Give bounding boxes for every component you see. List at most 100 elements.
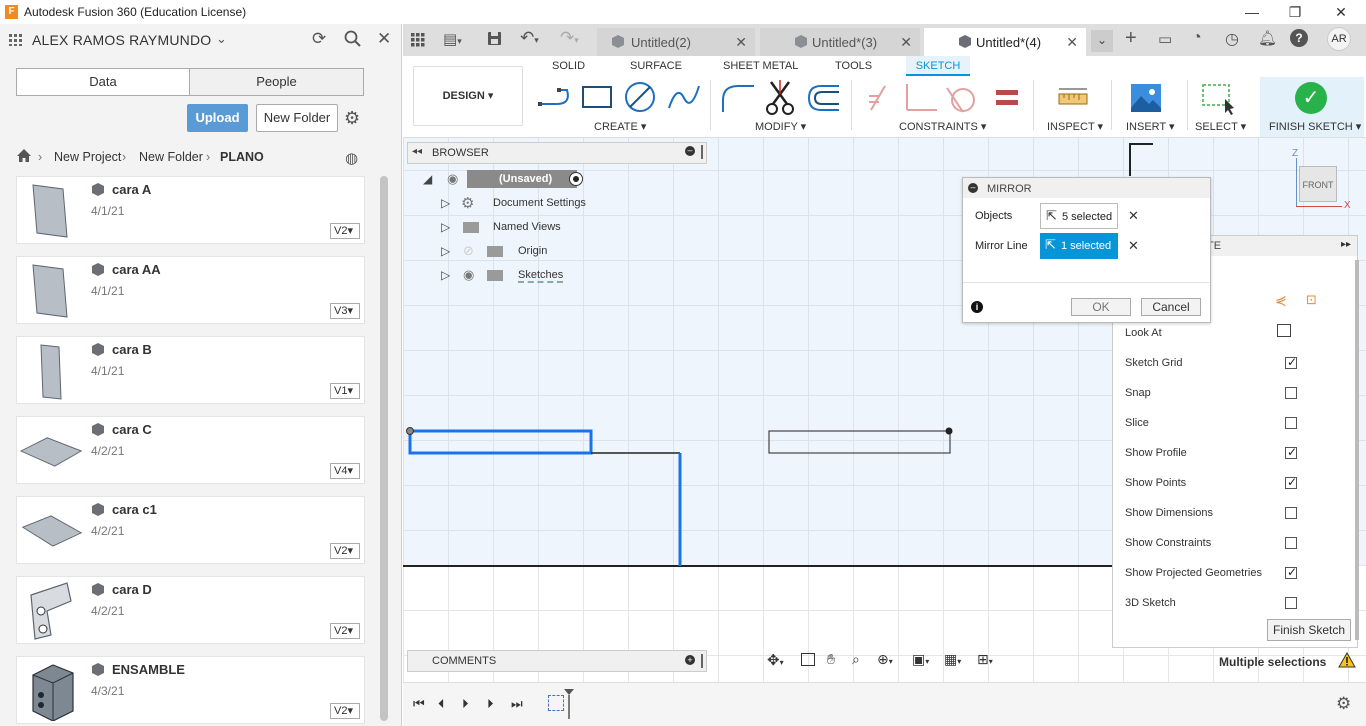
tree-item-named-views[interactable]: ▷ Named Views [417, 218, 587, 238]
expand-right-icon[interactable]: ▸▸ [1341, 239, 1351, 250]
tree-root[interactable]: ◢ ◉ (Unsaved) [417, 170, 587, 190]
zoom-window-icon[interactable]: ⊕▾ [877, 651, 893, 668]
list-item[interactable]: cara B 4/1/21 V1▾ [16, 336, 365, 404]
sketch-canvas[interactable]: ◂◂ BROWSER – ◢ ◉ (Unsaved) ▷ ⚙ Document … [403, 138, 1366, 682]
tree-item-document-settings[interactable]: ▷ ⚙ Document Settings [417, 194, 587, 214]
collapse-triangle-icon[interactable]: ◢ [423, 172, 432, 186]
new-tab-plus-icon[interactable]: + [1125, 27, 1137, 50]
equal-constraint-icon[interactable] [996, 89, 1018, 110]
list-item[interactable]: cara c1 4/2/21 V2▾ [16, 496, 365, 564]
grid-settings-icon[interactable]: ▦▾ [944, 651, 961, 668]
circle-tool-icon[interactable] [624, 81, 658, 116]
chevron-down-icon[interactable]: ⌄ [216, 31, 227, 47]
select-menu[interactable]: SELECT ▾ [1195, 120, 1246, 133]
eye-icon[interactable]: ◉ [447, 171, 458, 187]
offset-tool-icon[interactable] [807, 84, 841, 115]
tab-untitled-4[interactable]: Untitled*(4) ✕ [924, 28, 1086, 56]
version-badge[interactable]: V2▾ [330, 543, 360, 559]
file-list-scrollbar[interactable] [380, 176, 388, 721]
select-box-icon[interactable] [1201, 83, 1235, 118]
eye-icon[interactable]: ◉ [463, 267, 474, 283]
tab-tools[interactable]: TOOLS [835, 60, 872, 72]
rectangle-tool-icon[interactable] [581, 84, 613, 113]
zoom-icon[interactable]: ⌕ [852, 651, 860, 668]
redo-icon[interactable]: ↷▾ [560, 28, 579, 48]
tab-overflow-chevron-icon[interactable]: ⌄ [1091, 30, 1113, 52]
clear-mirror-line-icon[interactable]: ✕ [1128, 238, 1139, 254]
constraints-menu[interactable]: CONSTRAINTS ▾ [899, 120, 986, 133]
show-constraints-checkbox[interactable] [1285, 537, 1297, 549]
list-item[interactable]: ENSAMBLE 4/3/21 V2▾ [16, 656, 365, 724]
expand-triangle-icon[interactable]: ▷ [441, 196, 450, 210]
go-to-start-icon[interactable]: ⏮︎ [413, 696, 425, 712]
mirror-line-selector[interactable]: ⇱ 1 selected [1040, 233, 1118, 259]
snap-checkbox[interactable] [1285, 387, 1297, 399]
modify-menu[interactable]: MODIFY ▾ [755, 120, 806, 133]
help-icon[interactable]: ? [1290, 29, 1308, 47]
apps-grid-icon[interactable] [411, 33, 425, 50]
timeline-settings-gear-icon[interactable]: ⚙ [1336, 694, 1351, 714]
line-tool-icon[interactable] [537, 82, 573, 115]
version-badge[interactable]: V2▾ [330, 703, 360, 719]
sketch-grid-checkbox[interactable] [1285, 355, 1297, 369]
step-back-icon[interactable]: ⏴︎ [438, 696, 445, 712]
timeline-sketch-icon[interactable] [548, 695, 564, 711]
tab-sheet-metal[interactable]: SHEET METAL [723, 60, 798, 72]
show-projected-checkbox[interactable] [1285, 565, 1297, 579]
tab-untitled-2[interactable]: Untitled(2) ✕ [597, 28, 755, 56]
gear-icon[interactable]: ⚙ [344, 108, 360, 129]
globe-icon[interactable]: ◍ [345, 149, 358, 167]
eye-hidden-icon[interactable]: ⊘ [463, 243, 474, 259]
minus-circle-icon[interactable]: – [968, 183, 978, 193]
viewcube-front-face[interactable]: FRONT [1299, 166, 1337, 202]
look-at-icon[interactable] [1277, 324, 1291, 337]
expand-triangle-icon[interactable]: ▷ [441, 244, 450, 258]
home-icon[interactable] [16, 148, 32, 166]
fillet-tool-icon[interactable] [720, 82, 756, 117]
bell-icon[interactable]: 🔔︎ [1258, 29, 1277, 47]
tab-data[interactable]: Data [16, 68, 190, 96]
clock-icon[interactable]: ◷ [1225, 29, 1239, 49]
breadcrumb-item-folder[interactable]: New Folder [139, 150, 203, 164]
pin-icon[interactable] [701, 145, 703, 159]
measure-ruler-icon[interactable] [1058, 88, 1088, 109]
list-item[interactable]: cara D 4/2/21 V2▾ [16, 576, 365, 644]
undo-icon[interactable]: ↶▾ [520, 28, 539, 48]
warning-icon[interactable] [1338, 651, 1356, 671]
tab-surface[interactable]: SURFACE [630, 60, 682, 72]
tab-people[interactable]: People [189, 68, 364, 96]
plus-circle-icon[interactable]: + [685, 655, 695, 665]
new-folder-button[interactable]: New Folder [256, 104, 338, 132]
avatar[interactable]: AR [1327, 27, 1351, 51]
construction-line-icon[interactable]: ⋞ [1275, 292, 1287, 309]
grid-dots-icon[interactable] [9, 34, 23, 46]
breadcrumb-item-project[interactable]: New Project [54, 150, 121, 164]
play-icon[interactable]: ⏵︎ [462, 696, 469, 712]
close-tab-icon[interactable]: ✕ [900, 34, 912, 51]
collapse-left-icon[interactable]: ◂◂ [412, 146, 422, 157]
view-cube[interactable]: Z X FRONT [1288, 148, 1360, 211]
version-badge[interactable]: V2▾ [330, 623, 360, 639]
workspace-switcher[interactable]: DESIGN ▾ [413, 66, 523, 126]
file-icon[interactable]: ▤▾ [443, 30, 462, 48]
viewports-icon[interactable]: ⊞▾ [977, 651, 993, 668]
tree-item-origin[interactable]: ▷ ⊘ Origin [417, 242, 587, 262]
version-badge[interactable]: V3▾ [330, 303, 360, 319]
list-item[interactable]: cara A 4/1/21 V2▾ [16, 176, 365, 244]
objects-selector[interactable]: ⇱ 5 selected [1040, 203, 1118, 229]
info-icon[interactable]: i [971, 301, 983, 313]
tab-untitled-3[interactable]: Untitled*(3) ✕ [760, 28, 920, 56]
display-settings-icon[interactable]: ▣▾ [912, 651, 929, 668]
close-panel-icon[interactable]: ✕ [377, 29, 391, 49]
version-badge[interactable]: V2▾ [330, 223, 360, 239]
spline-tool-icon[interactable] [667, 82, 701, 115]
search-icon[interactable] [344, 30, 362, 51]
minus-circle-icon[interactable]: – [685, 146, 695, 156]
show-points-checkbox[interactable] [1285, 475, 1297, 489]
sync-icon[interactable]: ◔ [1192, 29, 1202, 47]
show-dimensions-checkbox[interactable] [1285, 507, 1297, 519]
orbit-icon[interactable]: ✥▾ [767, 651, 784, 669]
ok-button[interactable]: OK [1071, 298, 1131, 316]
inspect-menu[interactable]: INSPECT ▾ [1047, 120, 1103, 133]
close-window-icon[interactable]: ✕ [1331, 2, 1351, 22]
